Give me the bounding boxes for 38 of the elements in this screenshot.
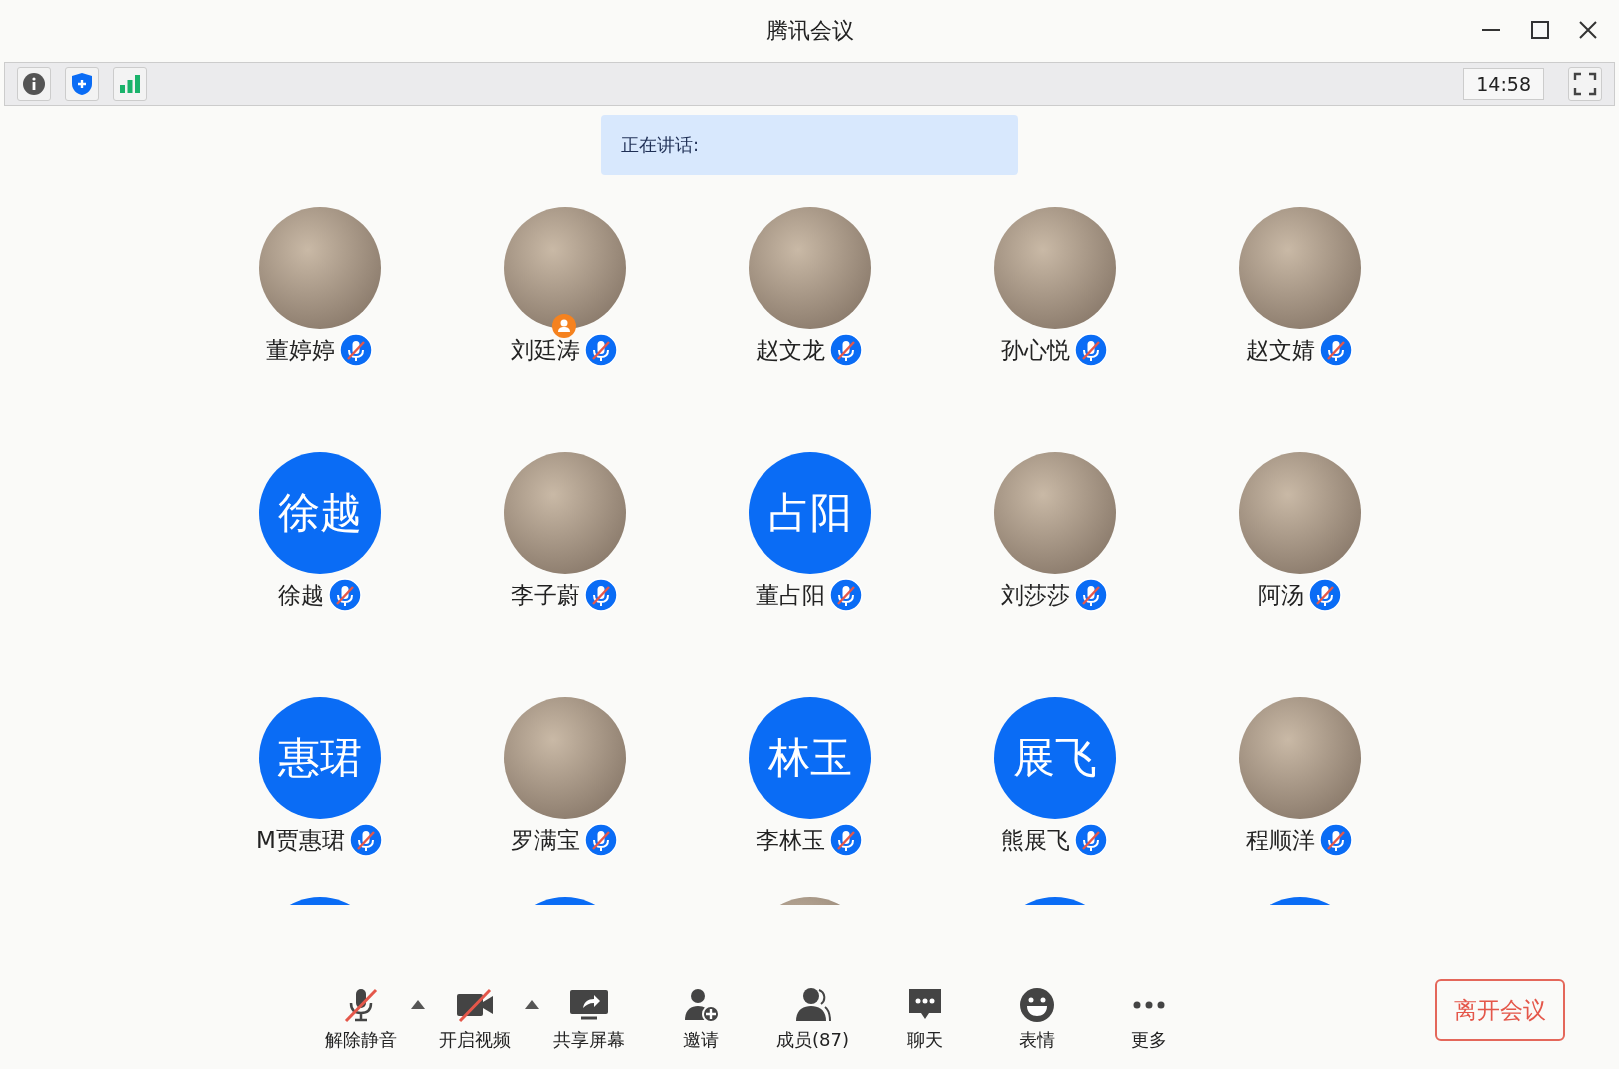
participant-name: 程顺洋 xyxy=(1246,825,1315,855)
initials-avatar: 占阳 xyxy=(748,452,871,574)
toolbar-button[interactable]: 聊天 xyxy=(874,982,975,1056)
participant-name: M贾惠珺 xyxy=(256,825,345,855)
participant-name: 赵文婧 xyxy=(1246,335,1315,365)
speaking-label: 正在讲话: xyxy=(621,133,700,157)
participant-name: 李林玉 xyxy=(756,825,825,855)
participant-name: 阿汤 xyxy=(1257,580,1304,610)
toolbar-button[interactable]: 表情 xyxy=(986,982,1087,1056)
participant-name: 李子蔚 xyxy=(511,580,580,610)
participant-name: 孙心悦 xyxy=(1001,335,1070,365)
maximize-icon[interactable] xyxy=(1531,21,1549,39)
participant-name: 刘莎莎 xyxy=(1001,580,1070,610)
initials-avatar: 惠珺 xyxy=(258,697,381,819)
initials-avatar: 林玉 xyxy=(748,697,871,819)
toolbar-button[interactable]: 邀请 xyxy=(650,982,751,1056)
caret-icon[interactable] xyxy=(410,999,425,1009)
toolbar-button[interactable]: 解除静音 xyxy=(310,982,411,1056)
close-icon[interactable] xyxy=(1579,21,1597,39)
initials-avatar: 徐越 xyxy=(258,452,381,574)
toolbar-button[interactable]: 共享屏幕 xyxy=(538,982,639,1056)
participant-name: 董占阳 xyxy=(756,580,825,610)
participant-name: 熊展飞 xyxy=(1001,825,1070,855)
participant-name: 刘廷涛 xyxy=(511,335,580,365)
shield-icon[interactable] xyxy=(65,67,99,101)
toolbar-button[interactable]: 开启视频 xyxy=(424,982,525,1056)
participant-name: 罗满宝 xyxy=(511,825,580,855)
toolbar-button[interactable]: 成员(87) xyxy=(762,982,863,1056)
participant-name: 徐越 xyxy=(277,580,324,610)
caret-icon[interactable] xyxy=(524,999,539,1009)
window-title: 腾讯会议 xyxy=(765,17,854,45)
toolbar-button[interactable]: 更多 xyxy=(1098,982,1199,1056)
fullscreen-icon[interactable] xyxy=(1568,67,1602,101)
participant-name: 董婷婷 xyxy=(266,335,335,365)
participant-name: 赵文龙 xyxy=(756,335,825,365)
initials-avatar: 展飞 xyxy=(993,697,1116,819)
meeting-time: 14:58 xyxy=(1463,68,1544,100)
info-icon[interactable] xyxy=(17,67,51,101)
